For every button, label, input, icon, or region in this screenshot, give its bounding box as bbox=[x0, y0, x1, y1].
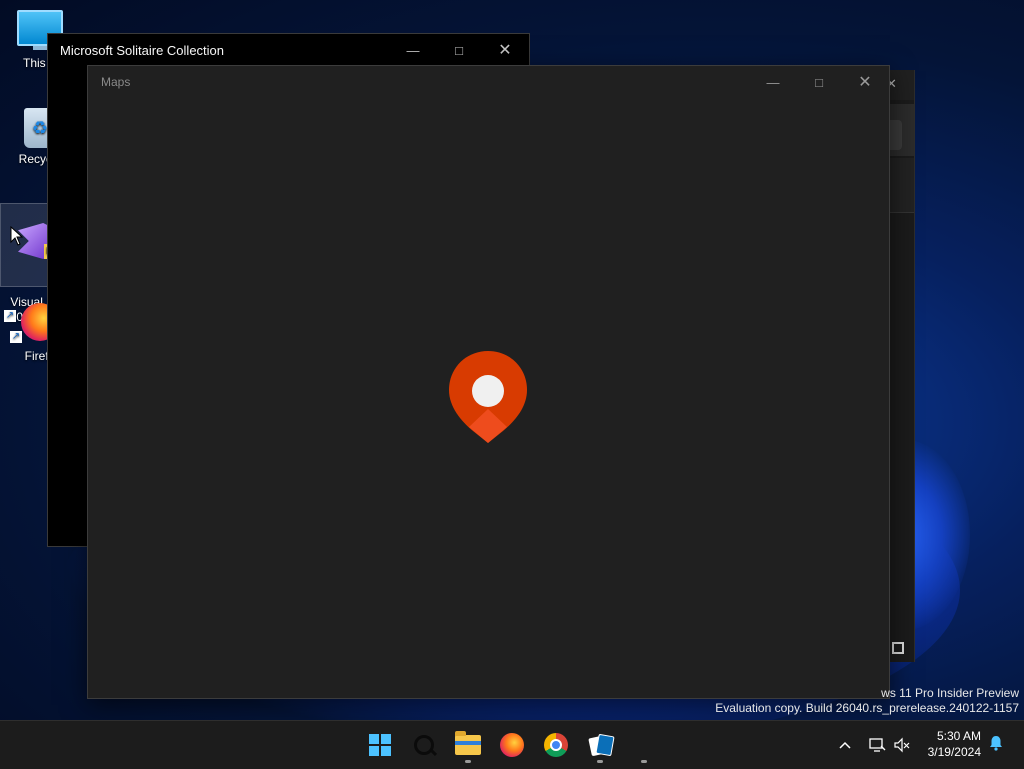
volume-button[interactable] bbox=[891, 721, 913, 769]
watermark-line-1: ws 11 Pro Insider Preview bbox=[881, 686, 1019, 700]
folder-icon bbox=[455, 731, 481, 755]
maximize-button[interactable]: □ bbox=[796, 66, 842, 98]
maximize-button[interactable]: □ bbox=[436, 34, 482, 66]
firefox-icon bbox=[500, 733, 524, 757]
taskbar: 5:30 AM 3/19/2024 bbox=[0, 720, 1024, 769]
search-button[interactable] bbox=[404, 725, 444, 765]
windows-logo-icon bbox=[369, 734, 391, 756]
chevron-up-icon bbox=[839, 741, 851, 749]
notification-bell-icon[interactable] bbox=[988, 735, 1004, 751]
shortcut-arrow-icon: ↗ bbox=[10, 331, 22, 343]
chrome-icon bbox=[544, 733, 568, 757]
network-button[interactable] bbox=[866, 721, 888, 769]
compact-view-icon[interactable] bbox=[892, 642, 904, 654]
network-icon bbox=[869, 738, 886, 752]
clock[interactable]: 5:30 AM 3/19/2024 bbox=[928, 728, 981, 760]
minimize-button[interactable]: — bbox=[390, 34, 436, 66]
taskbar-file-explorer[interactable] bbox=[448, 725, 488, 765]
cards-icon bbox=[588, 733, 615, 757]
search-icon bbox=[414, 735, 434, 755]
minimize-button[interactable]: — bbox=[750, 66, 796, 98]
volume-muted-icon bbox=[894, 737, 910, 753]
window-title: Microsoft Solitaire Collection bbox=[60, 42, 225, 58]
mouse-cursor-icon bbox=[10, 226, 24, 246]
maps-pin-logo-icon bbox=[449, 351, 527, 443]
close-button[interactable]: ✕ bbox=[482, 34, 528, 66]
start-button[interactable] bbox=[360, 725, 400, 765]
show-hidden-icons-button[interactable] bbox=[834, 721, 856, 769]
taskbar-solitaire[interactable] bbox=[580, 725, 620, 765]
maps-window[interactable]: Maps — □ ✕ bbox=[87, 65, 890, 699]
taskbar-chrome[interactable] bbox=[536, 725, 576, 765]
watermark-line-2: Evaluation copy. Build 26040.rs_prerelea… bbox=[715, 701, 1019, 715]
clock-date: 3/19/2024 bbox=[927, 745, 981, 759]
clock-time: 5:30 AM bbox=[936, 729, 981, 743]
taskbar-firefox[interactable] bbox=[492, 725, 532, 765]
taskbar-maps[interactable] bbox=[624, 725, 664, 765]
window-title: Maps bbox=[101, 75, 131, 89]
close-button[interactable]: ✕ bbox=[842, 66, 888, 98]
